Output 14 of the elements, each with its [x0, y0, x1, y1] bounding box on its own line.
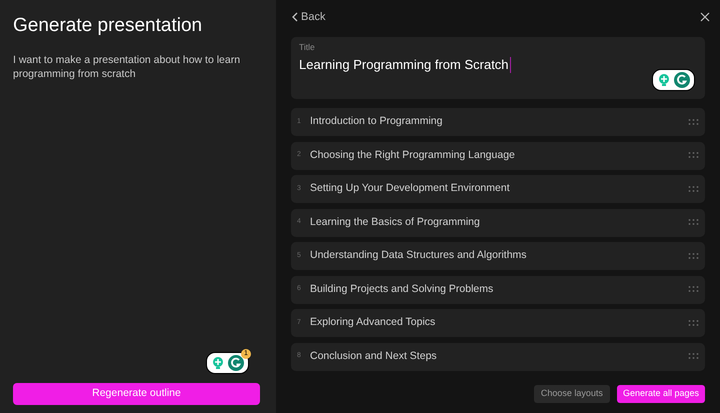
- title-label: Title: [299, 42, 316, 53]
- item-text: Introduction to Programming: [310, 114, 444, 130]
- back-button[interactable]: Back: [291, 8, 326, 26]
- item-text: Choosing the Right Programming Language: [310, 148, 516, 163]
- item-text: Conclusion and Next Steps: [310, 348, 438, 364]
- panel-title: Generate presentation: [13, 14, 204, 38]
- item-text: Exploring Advanced Topics: [310, 315, 436, 330]
- item-text: Setting Up Your Development Environment: [310, 181, 511, 196]
- choose-layouts-button[interactable]: Choose layouts: [534, 385, 610, 403]
- prompt-text: I want to make a presentation about how to learn programming from scratch: [13, 53, 242, 81]
- title-input[interactable]: Learning Programming from Scratch: [299, 57, 511, 73]
- item-text: Understanding Data Structures and Algorithms: [310, 248, 528, 264]
- item-text: Learning the Basics of Programming: [310, 214, 481, 230]
- item-text: Building Projects and Solving Problems: [310, 282, 494, 297]
